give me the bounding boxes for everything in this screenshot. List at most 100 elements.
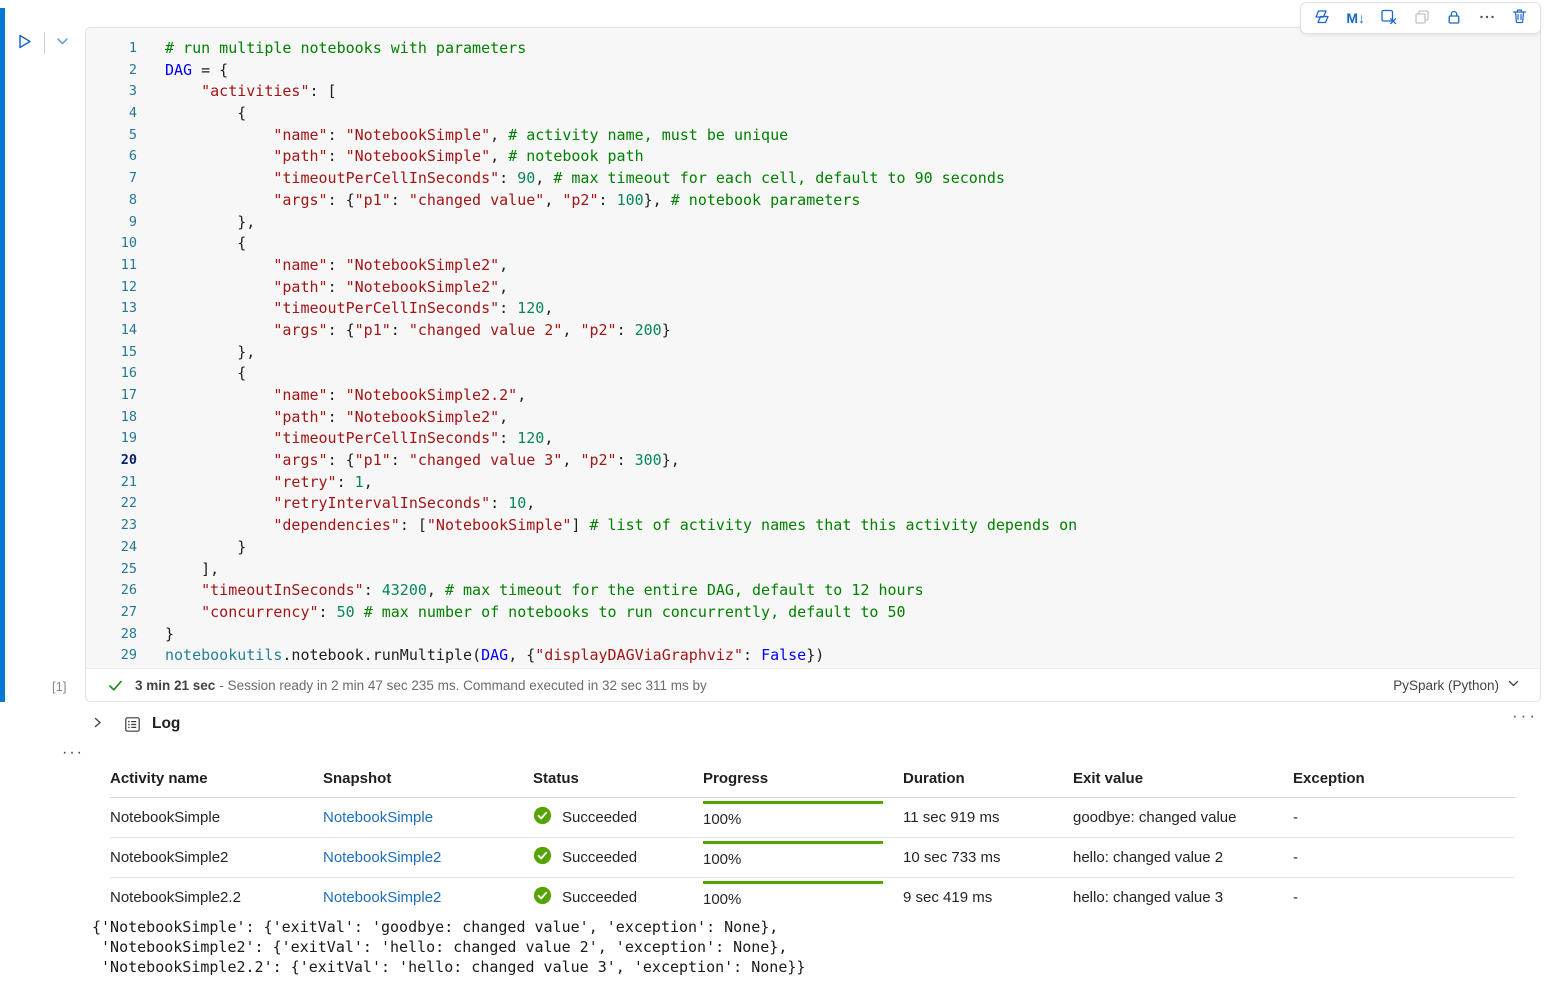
line-number: 29 [86,645,137,667]
progress-label: 100% [703,851,903,868]
output-more-button[interactable]: ··· [56,743,90,763]
code-text: "retryIntervalInSeconds": 10, [137,493,535,515]
run-cell-button[interactable] [14,31,35,55]
progress-bar [703,881,883,884]
line-number: 24 [86,537,137,559]
code-line[interactable]: 4 { [86,103,1540,125]
code-line[interactable]: 24 } [86,537,1540,559]
log-more-button[interactable]: ··· [1506,705,1544,727]
line-number: 14 [86,320,137,342]
code-line[interactable]: 3 "activities": [ [86,81,1540,103]
code-text: { [137,103,246,125]
code-text: "concurrency": 50 # max number of notebo… [137,602,906,624]
code-editor[interactable]: 1# run multiple notebooks with parameter… [86,28,1540,668]
code-line[interactable]: 7 "timeoutPerCellInSeconds": 90, # max t… [86,168,1540,190]
line-number: 15 [86,342,137,364]
code-line[interactable]: 21 "retry": 1, [86,472,1540,494]
line-number: 27 [86,602,137,624]
code-line[interactable]: 17 "name": "NotebookSimple2.2", [86,385,1540,407]
session-detail: - Session ready in 2 min 47 sec 235 ms. … [219,678,707,693]
column-header: Status [533,770,703,787]
snapshot-link[interactable]: NotebookSimple2 [323,849,533,866]
code-line[interactable]: 10 { [86,233,1540,255]
kernel-picker[interactable]: PySpark (Python) [1387,675,1527,695]
log-table: Activity nameSnapshotStatusProgressDurat… [110,759,1515,917]
succeeded-badge-icon [533,806,552,829]
code-line[interactable]: 16 { [86,363,1540,385]
code-line[interactable]: 2DAG = { [86,60,1540,82]
chevron-down-icon [54,33,71,53]
line-number: 4 [86,103,137,125]
more-commands-button[interactable] [1478,8,1496,29]
exit-value: goodbye: changed value [1073,809,1293,826]
exception-value: - [1293,849,1515,866]
line-number: 20 [86,450,137,472]
code-line[interactable]: 19 "timeoutPerCellInSeconds": 120, [86,428,1540,450]
copy-cell-button[interactable] [1413,8,1431,29]
code-line[interactable]: 1# run multiple notebooks with parameter… [86,38,1540,60]
column-header: Activity name [110,770,323,787]
code-line[interactable]: 29notebookutils.notebook.runMultiple(DAG… [86,645,1540,667]
code-text: "timeoutPerCellInSeconds": 120, [137,298,553,320]
progress-cell: 100% [703,838,903,877]
code-line[interactable]: 28} [86,624,1540,646]
code-line[interactable]: 13 "timeoutPerCellInSeconds": 120, [86,298,1540,320]
parameter-cell-button[interactable] [1312,8,1332,29]
code-line[interactable]: 15 }, [86,342,1540,364]
code-line[interactable]: 5 "name": "NotebookSimple", # activity n… [86,125,1540,147]
line-number: 25 [86,559,137,581]
clear-output-icon [1379,7,1398,29]
code-line[interactable]: 26 "timeoutInSeconds": 43200, # max time… [86,580,1540,602]
code-line[interactable]: 6 "path": "NotebookSimple", # notebook p… [86,146,1540,168]
clear-output-button[interactable] [1379,7,1398,29]
code-line[interactable]: 23 "dependencies": ["NotebookSimple"] # … [86,515,1540,537]
code-line[interactable]: 27 "concurrency": 50 # max number of not… [86,602,1540,624]
snapshot-link[interactable]: NotebookSimple2 [323,889,533,906]
code-line[interactable]: 20 "args": {"p1": "changed value 3", "p2… [86,450,1540,472]
code-line[interactable]: 11 "name": "NotebookSimple2", [86,255,1540,277]
run-options-button[interactable] [54,33,71,53]
markdown-convert-button[interactable]: M↓ [1346,10,1365,26]
divider [44,32,45,54]
code-text: DAG = { [137,60,228,82]
lock-cell-button[interactable] [1445,8,1463,29]
status-cell: Succeeded [533,806,703,829]
line-number: 18 [86,407,137,429]
code-text: "timeoutInSeconds": 43200, # max timeout… [137,580,924,602]
code-text: "args": {"p1": "changed value", "p2": 10… [137,190,860,212]
log-table-body: NotebookSimpleNotebookSimpleSucceeded100… [110,798,1515,917]
code-text: "path": "NotebookSimple2", [137,407,508,429]
code-line[interactable]: 12 "path": "NotebookSimple2", [86,277,1540,299]
line-number: 9 [86,212,137,234]
line-number: 21 [86,472,137,494]
code-line[interactable]: 8 "args": {"p1": "changed value", "p2": … [86,190,1540,212]
line-number: 13 [86,298,137,320]
code-line[interactable]: 9 }, [86,212,1540,234]
code-line[interactable]: 14 "args": {"p1": "changed value 2", "p2… [86,320,1540,342]
log-table-header: Activity nameSnapshotStatusProgressDurat… [110,759,1515,798]
snapshot-link[interactable]: NotebookSimple [323,809,533,826]
log-expand-chevron[interactable] [91,716,104,732]
activity-name: NotebookSimple [110,809,323,826]
code-text: "args": {"p1": "changed value 3", "p2": … [137,450,680,472]
progress-cell: 100% [703,878,903,917]
line-number: 17 [86,385,137,407]
code-line[interactable]: 18 "path": "NotebookSimple2", [86,407,1540,429]
success-check-icon [107,677,124,694]
code-text: "name": "NotebookSimple2", [137,255,508,277]
cell-status-bar: 3 min 21 sec - Session ready in 2 min 47… [86,668,1540,701]
line-number: 7 [86,168,137,190]
column-header: Duration [903,770,1073,787]
code-text: ], [137,559,219,581]
line-number: 12 [86,277,137,299]
column-header: Snapshot [323,770,533,787]
code-text: "path": "NotebookSimple", # notebook pat… [137,146,644,168]
succeeded-badge-icon [533,886,552,909]
output-line: 'NotebookSimple2.2': {'exitVal': 'hello:… [92,957,805,977]
progress-cell: 100% [703,798,903,837]
code-line[interactable]: 22 "retryIntervalInSeconds": 10, [86,493,1540,515]
table-row: NotebookSimple2NotebookSimple2Succeeded1… [110,838,1515,878]
exception-value: - [1293,889,1515,906]
code-line[interactable]: 25 ], [86,559,1540,581]
delete-cell-button[interactable] [1510,7,1529,29]
